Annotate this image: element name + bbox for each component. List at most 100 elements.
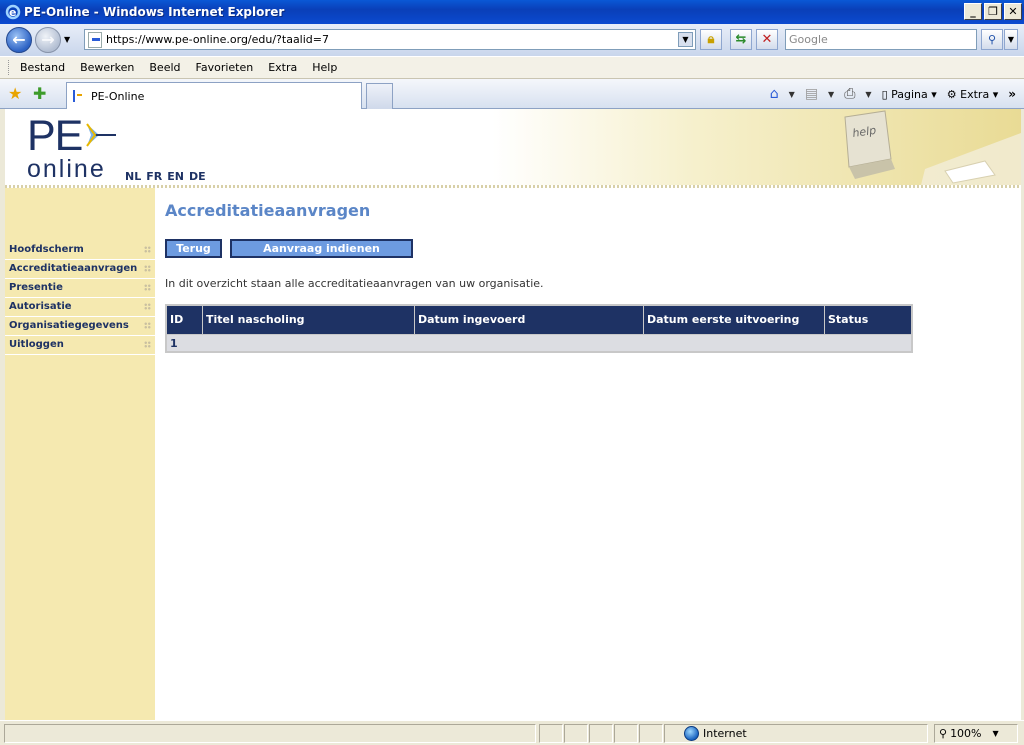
grip-dots-icon — [144, 284, 151, 291]
tab-title: PE-Online — [91, 89, 145, 103]
status-pane — [614, 724, 638, 743]
recent-pages-dropdown-icon[interactable]: ▼ — [64, 35, 70, 44]
cell-date-entered — [415, 335, 644, 351]
favorites-star-icon[interactable]: ★ — [8, 84, 22, 103]
column-header-id[interactable]: ID — [167, 306, 203, 334]
tab-pe-online[interactable]: PE-Online — [66, 82, 362, 109]
menu-bewerken[interactable]: Bewerken — [80, 61, 134, 74]
toolbar-grip — [8, 60, 11, 75]
address-bar[interactable]: https://www.pe-online.org/edu/?taalid=7 … — [84, 29, 696, 50]
status-text-pane — [4, 724, 536, 743]
grip-dots-icon — [144, 322, 151, 329]
close-button[interactable]: ✕ — [1004, 3, 1022, 20]
address-toolbar: ← → ▼ https://www.pe-online.org/edu/?taa… — [0, 24, 1024, 56]
feeds-icon[interactable]: ▤ — [805, 86, 818, 102]
main-content: Accreditatieaanvragen Terug Aanvraag ind… — [165, 201, 913, 353]
command-bar: ⌂ ▼ ▤ ▼ ⎙ ▼ ▯ Pagina ▾ ⚙ Extra ▾ » — [770, 86, 1016, 102]
table-row[interactable]: 1 — [167, 334, 911, 351]
page-icon — [88, 31, 102, 48]
stop-button[interactable]: ✕ — [756, 29, 778, 50]
sidebar: Hoofdscherm Accreditatieaanvragen Presen… — [5, 188, 155, 720]
print-icon[interactable]: ⎙ — [844, 86, 855, 102]
page-favicon-icon — [73, 90, 85, 102]
svg-text:e: e — [9, 6, 16, 19]
page-title: Accreditatieaanvragen — [165, 201, 371, 220]
status-pane — [589, 724, 613, 743]
cell-first-execution — [644, 335, 825, 351]
lock-icon[interactable]: 🔒︎ — [700, 29, 722, 50]
web-page: PE online NL FR EN DE help Hoofdscherm A… — [5, 109, 1021, 720]
add-favorite-icon[interactable]: ✚ — [33, 84, 46, 103]
submit-request-button[interactable]: Aanvraag indienen — [230, 239, 413, 258]
grip-dots-icon — [144, 303, 151, 310]
ie-logo-icon: e — [5, 4, 21, 20]
menu-extra[interactable]: Extra — [268, 61, 297, 74]
page-menu-icon: ▯ — [881, 87, 892, 101]
help-key-image: help — [844, 110, 1021, 185]
menu-bar: Bestand Bewerken Beeld Favorieten Extra … — [0, 56, 1024, 79]
more-commands-icon[interactable]: » — [1008, 87, 1016, 101]
status-bar: Internet ⚲ 100% ▼ — [0, 720, 1024, 745]
sidebar-item-label: Presentie — [9, 282, 63, 293]
address-url[interactable]: https://www.pe-online.org/edu/?taalid=7 — [106, 33, 329, 46]
zoom-control[interactable]: ⚲ 100% ▼ — [934, 724, 1018, 743]
browser-window: e PE-Online - Windows Internet Explorer … — [0, 0, 1024, 745]
sidebar-item-label: Accreditatieaanvragen — [9, 263, 138, 274]
search-options-icon[interactable]: ▼ — [1004, 29, 1018, 50]
print-dropdown-icon[interactable]: ▼ — [865, 90, 871, 99]
column-header-title[interactable]: Titel nascholing — [203, 306, 415, 334]
lang-de[interactable]: DE — [189, 170, 206, 183]
search-button[interactable]: ⚲ — [981, 29, 1003, 50]
banner-divider — [5, 185, 1021, 188]
zone-label: Internet — [703, 727, 747, 740]
home-icon[interactable]: ⌂ — [770, 86, 779, 102]
window-title: PE-Online - Windows Internet Explorer — [24, 5, 285, 19]
search-input[interactable]: Google — [785, 29, 977, 50]
sidebar-item-organisatiegegevens[interactable]: Organisatiegegevens — [5, 317, 155, 336]
status-pane — [639, 724, 663, 743]
menu-favorieten[interactable]: Favorieten — [196, 61, 254, 74]
globe-icon — [684, 726, 699, 741]
sidebar-item-accreditatieaanvragen[interactable]: Accreditatieaanvragen — [5, 260, 155, 279]
security-zone[interactable]: Internet — [684, 724, 747, 743]
menu-help[interactable]: Help — [312, 61, 337, 74]
refresh-button[interactable]: ⇆ — [730, 29, 752, 50]
forward-button[interactable]: → — [35, 27, 61, 53]
lang-fr[interactable]: FR — [146, 170, 162, 183]
site-banner: PE online NL FR EN DE help — [5, 109, 1021, 188]
lang-nl[interactable]: NL — [125, 170, 141, 183]
new-tab-button[interactable] — [366, 83, 393, 109]
language-switcher: NL FR EN DE — [125, 170, 206, 183]
sidebar-item-autorisatie[interactable]: Autorisatie — [5, 298, 155, 317]
column-header-first-execution[interactable]: Datum eerste uitvoering — [644, 306, 825, 334]
feeds-dropdown-icon[interactable]: ▼ — [828, 90, 834, 99]
sidebar-item-hoofdscherm[interactable]: Hoofdscherm — [5, 241, 155, 260]
logo-online-text[interactable]: online — [27, 155, 106, 184]
grip-dots-icon — [144, 341, 151, 348]
minimize-button[interactable]: _ — [964, 3, 982, 20]
column-header-status[interactable]: Status — [825, 306, 911, 334]
restore-button[interactable]: ❐ — [984, 3, 1002, 20]
menu-bestand[interactable]: Bestand — [20, 61, 65, 74]
column-header-date-entered[interactable]: Datum ingevoerd — [415, 306, 644, 334]
address-dropdown-icon[interactable]: ▼ — [678, 32, 693, 47]
sidebar-menu: Hoofdscherm Accreditatieaanvragen Presen… — [5, 241, 155, 355]
home-dropdown-icon[interactable]: ▼ — [789, 90, 795, 99]
requests-table: ID Titel nascholing Datum ingevoerd Datu… — [165, 304, 913, 353]
title-bar[interactable]: e PE-Online - Windows Internet Explorer … — [0, 0, 1024, 24]
tools-menu-button[interactable]: ⚙ Extra ▾ — [947, 88, 998, 101]
cell-status — [825, 335, 911, 351]
zoom-level: 100% — [950, 727, 982, 740]
sidebar-item-presentie[interactable]: Presentie — [5, 279, 155, 298]
menu-beeld[interactable]: Beeld — [149, 61, 180, 74]
status-pane — [539, 724, 563, 743]
grip-dots-icon — [144, 246, 151, 253]
cell-id[interactable]: 1 — [167, 335, 203, 351]
sidebar-item-label: Autorisatie — [9, 301, 72, 312]
back-button[interactable]: ← — [6, 27, 32, 53]
sidebar-item-uitloggen[interactable]: Uitloggen — [5, 336, 155, 355]
lang-en[interactable]: EN — [167, 170, 184, 183]
back-link-button[interactable]: Terug — [165, 239, 222, 258]
page-menu-button[interactable]: ▯ Pagina ▾ — [882, 88, 937, 101]
logo-pe-text[interactable]: PE — [27, 112, 83, 161]
